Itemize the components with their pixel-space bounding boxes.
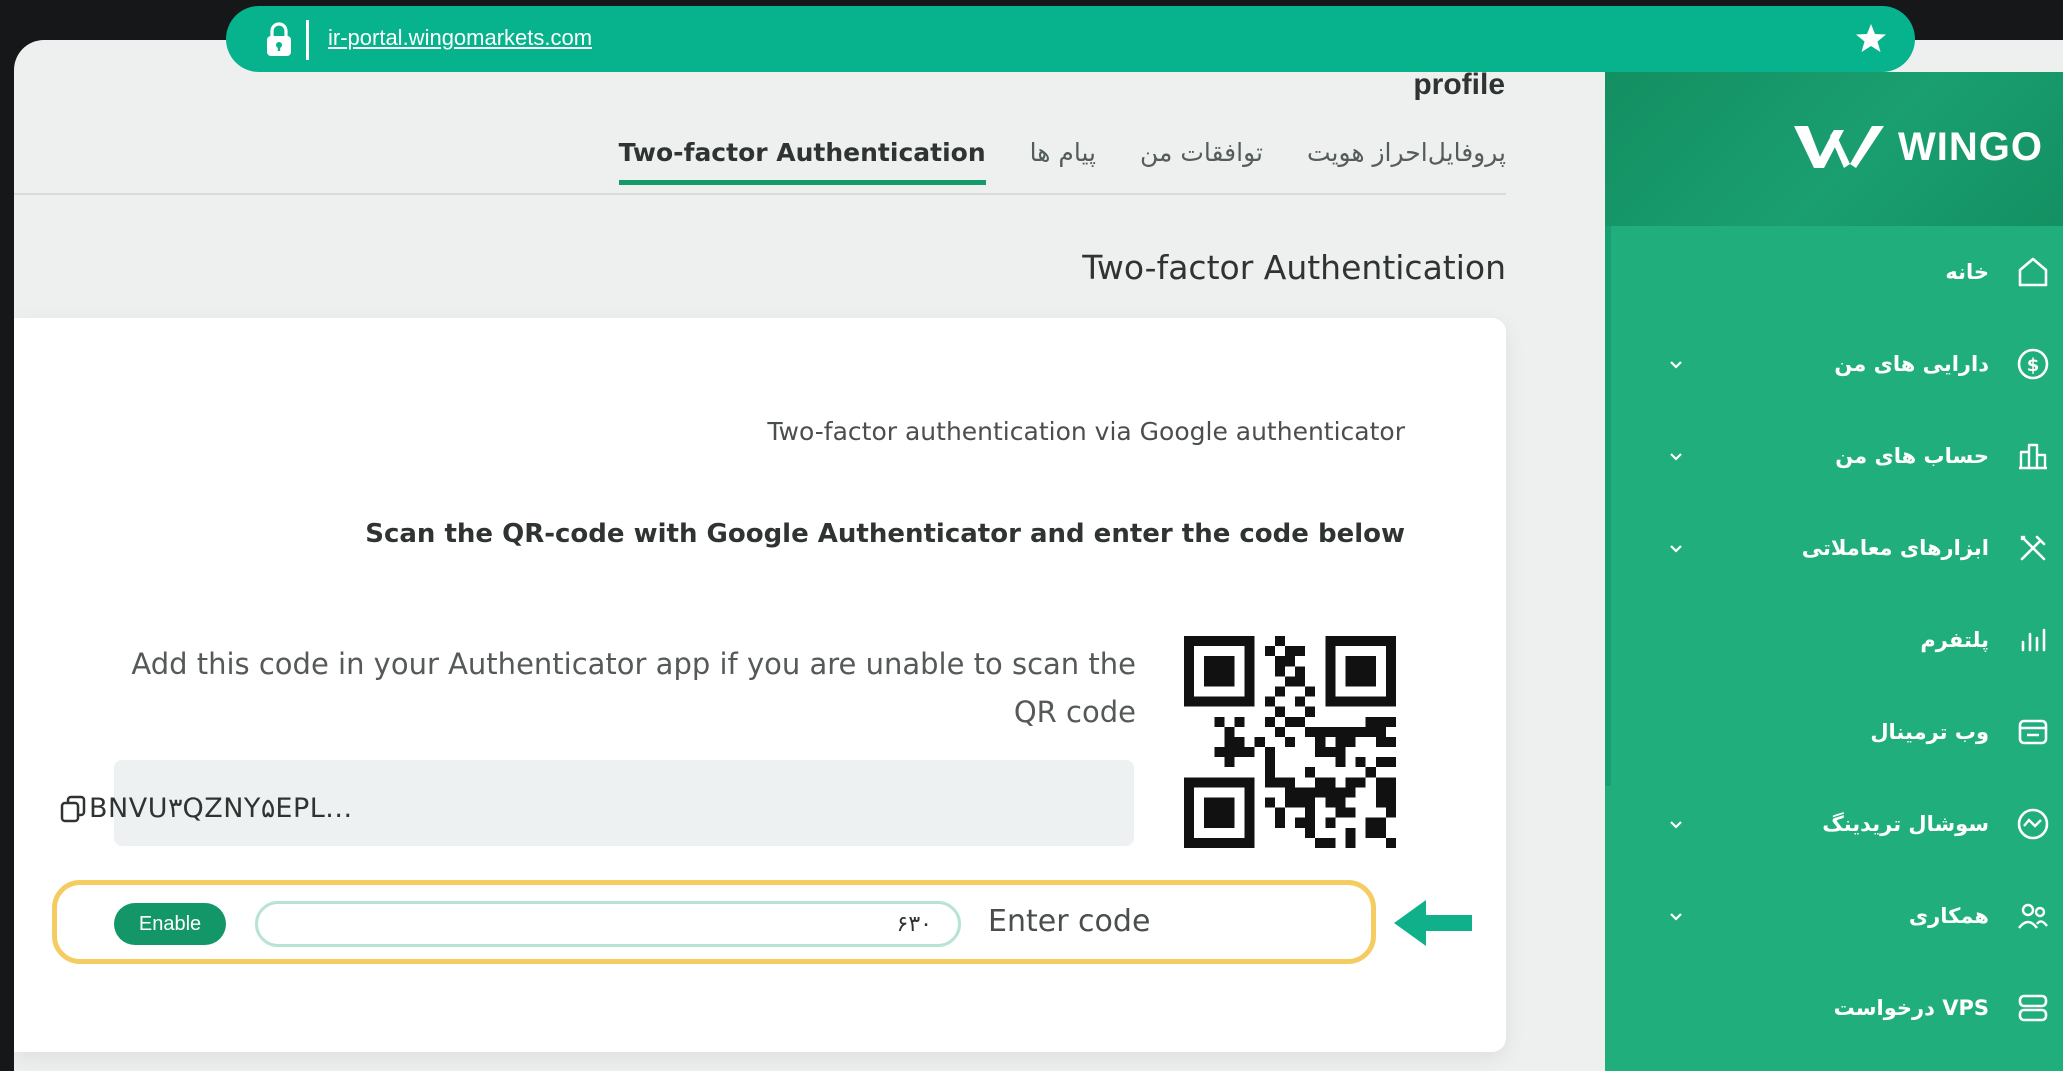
two-factor-card: Two-factor authentication via Google aut… [14,318,1506,1052]
sidebar-item-label: خانه [1945,260,1989,284]
logo-text: WINGO [1898,124,2043,169]
url-divider [306,20,309,60]
sidebar: WINGO خانه $ دارایی های من حساب های من ا… [1605,72,2063,1071]
tab-messages[interactable]: پیام ها [1030,138,1096,185]
svg-text:$: $ [2027,355,2040,376]
page-title: profile [1413,68,1505,101]
sidebar-item-home[interactable]: خانه [1605,226,2063,318]
tab-agreements[interactable]: توافقات من [1140,138,1263,185]
sidebar-item-accounts[interactable]: حساب های من [1605,410,2063,502]
sidebar-item-assets[interactable]: $ دارایی های من [1605,318,2063,410]
card-subtitle: Two-factor authentication via Google aut… [767,417,1405,446]
dollar-icon: $ [2017,348,2049,380]
chevron-down-icon[interactable] [1667,815,1685,833]
home-icon [2018,257,2048,287]
sidebar-item-partners[interactable]: همکاری [1605,870,2063,962]
qr-code [1184,636,1396,848]
sidebar-item-vps[interactable]: درخواست VPS [1605,962,2063,1054]
tab-profile[interactable]: پروفایل [1428,138,1506,185]
sidebar-item-tools[interactable]: ابزارهای معاملاتی [1605,502,2063,594]
sidebar-item-label: پلتفرم [1920,628,1989,652]
social-icon [2017,808,2049,840]
scan-instruction: Scan the QR-code with Google Authenticat… [365,519,1405,549]
url-text[interactable]: ir-portal.wingomarkets.com [328,25,592,51]
sidebar-item-social-trading[interactable]: سوشال تریدینگ [1605,778,2063,870]
section-title: Two-factor Authentication [1082,248,1506,287]
tools-icon [2020,535,2046,561]
secret-code-value: BNVU۳QZNY۵EPL... [89,793,353,824]
sidebar-nav: خانه $ دارایی های من حساب های من ابزارها… [1605,226,2063,1054]
wingo-logo-icon [1794,126,1885,168]
chevron-down-icon[interactable] [1667,447,1685,465]
star-icon[interactable] [1855,22,1887,54]
tab-two-factor[interactable]: Two-factor Authentication [618,138,986,185]
sidebar-header: WINGO [1605,72,2063,226]
manual-code-text: Add this code in your Authenticator app … [131,647,1136,729]
code-input[interactable] [255,901,961,947]
tab-kyc[interactable]: احراز هویت [1307,138,1428,185]
enable-button[interactable]: Enable [114,903,226,945]
copy-icon[interactable] [59,794,87,824]
browser-url-bar[interactable]: ir-portal.wingomarkets.com [226,6,1915,72]
profile-tabs: پروفایل احراز هویت توافقات من پیام ها Tw… [575,138,1506,185]
terminal-icon [2018,719,2048,745]
chevron-down-icon[interactable] [1667,355,1685,373]
chart-icon [2021,628,2046,652]
code-input-label: Enter code [988,904,1151,939]
wingo-logo[interactable]: WINGO [1794,122,2043,172]
chevron-down-icon[interactable] [1667,539,1685,557]
sidebar-item-label: ابزارهای معاملاتی [1801,536,1989,560]
partners-icon [2018,903,2048,929]
server-icon [2018,994,2048,1022]
lock-icon [267,22,291,56]
arrow-left-icon [1394,900,1472,946]
sidebar-item-web-terminal[interactable]: وب ترمینال [1605,686,2063,778]
sidebar-item-label: درخواست VPS [1833,996,1989,1020]
sidebar-item-label: همکاری [1908,904,1989,928]
tabs-divider [14,193,1506,195]
secret-code[interactable]: BNVU۳QZNY۵EPL... [59,793,353,824]
sidebar-item-label: وب ترمینال [1870,720,1989,744]
sidebar-item-label: دارایی های من [1834,352,1989,376]
sidebar-item-label: سوشال تریدینگ [1822,812,1989,836]
accounts-icon [2019,443,2047,470]
sidebar-item-platform[interactable]: پلتفرم [1605,594,2063,686]
chevron-down-icon[interactable] [1667,907,1685,925]
sidebar-item-label: حساب های من [1835,444,1989,468]
app-frame: profile پروفایل احراز هویت توافقات من پی… [14,40,2063,1071]
